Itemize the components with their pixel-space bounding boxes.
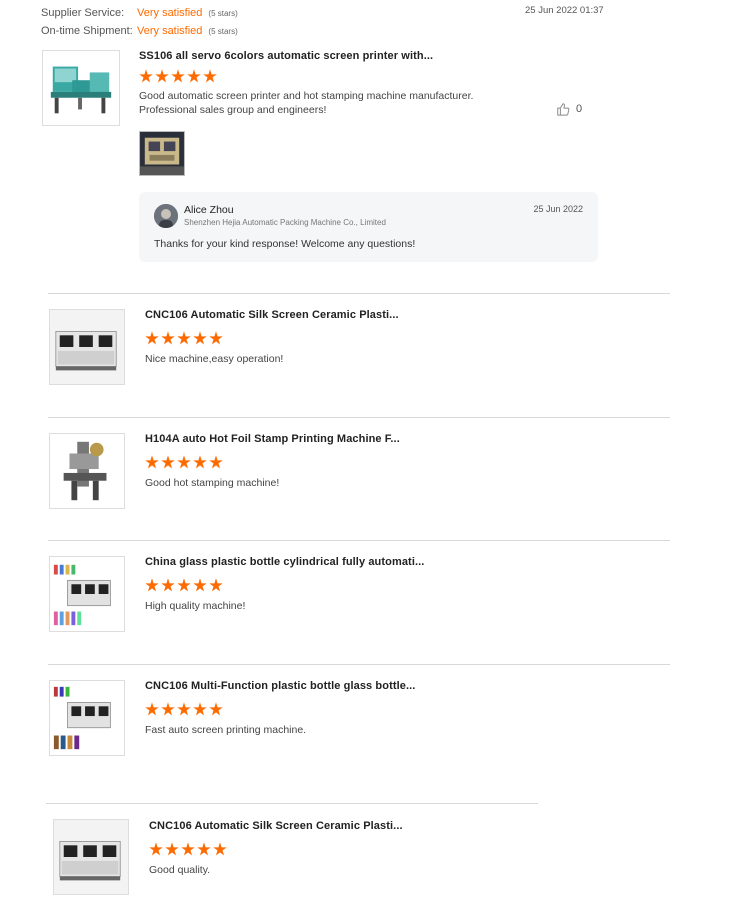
screen-printer-image (50, 310, 124, 384)
avatar-image (154, 204, 178, 228)
divider (48, 417, 670, 418)
star-icon (187, 69, 201, 83)
product-thumbnail[interactable] (49, 680, 125, 756)
supplier-service-label: Supplier Service: (41, 7, 125, 19)
ontime-shipment-rating: On-time Shipment: Very satisfied (5 star… (41, 22, 238, 40)
star-icon (177, 455, 191, 469)
product-thumbnail[interactable] (49, 433, 125, 509)
review-comment: Good quality. (149, 864, 211, 876)
product-title[interactable]: SS106 all servo 6colors automatic screen… (139, 50, 433, 62)
star-icon (193, 578, 207, 592)
star-icon (161, 578, 175, 592)
screen-printer-image (54, 820, 128, 894)
product-title[interactable]: CNC106 Automatic Silk Screen Ceramic Pla… (149, 820, 403, 832)
star-icon (209, 455, 223, 469)
star-rating (145, 578, 223, 592)
star-icon (197, 842, 211, 856)
star-rating (145, 331, 223, 345)
star-icon (213, 842, 227, 856)
product-thumbnail[interactable] (53, 819, 129, 895)
star-icon (161, 331, 175, 345)
supplier-service-stars: (5 stars) (208, 9, 238, 18)
divider (48, 293, 670, 294)
review-comment: Fast auto screen printing machine. (145, 724, 307, 736)
star-icon (145, 331, 159, 345)
avatar (154, 204, 178, 228)
screen-printer-image (50, 66, 112, 114)
star-rating (149, 842, 227, 856)
hot-stamping-machine-image (50, 434, 124, 508)
ontime-shipment-stars: (5 stars) (208, 27, 238, 36)
star-icon (155, 69, 169, 83)
star-icon (193, 702, 207, 716)
star-rating (139, 69, 217, 83)
review-comment: Good automatic screen printer and hot st… (139, 89, 473, 117)
supplier-service-rating: Supplier Service: Very satisfied (5 star… (41, 4, 238, 22)
star-icon (181, 842, 195, 856)
product-title[interactable]: H104A auto Hot Foil Stamp Printing Machi… (145, 433, 400, 445)
divider (46, 803, 538, 804)
star-icon (177, 331, 191, 345)
star-icon (161, 455, 175, 469)
review-comment-line: Professional sales group and engineers! (139, 104, 327, 116)
supplier-reply: Alice Zhou Shenzhen Hejia Automatic Pack… (139, 192, 598, 262)
bottle-printer-image (50, 681, 124, 755)
product-title[interactable]: CNC106 Multi-Function plastic bottle gla… (145, 680, 415, 692)
star-icon (145, 455, 159, 469)
product-thumbnail[interactable] (49, 556, 125, 632)
star-icon (209, 702, 223, 716)
star-icon (177, 578, 191, 592)
star-icon (193, 455, 207, 469)
product-title[interactable]: CNC106 Automatic Silk Screen Ceramic Pla… (145, 309, 399, 321)
review-comment-line: Good automatic screen printer and hot st… (139, 90, 474, 102)
star-icon (139, 69, 153, 83)
product-thumbnail[interactable] (42, 50, 120, 126)
ontime-shipment-value: Very satisfied (137, 25, 203, 37)
reply-author-name: Alice Zhou (184, 204, 234, 216)
star-icon (193, 331, 207, 345)
star-icon (209, 331, 223, 345)
machine-photo-image (140, 132, 184, 175)
like-count: 0 (576, 103, 583, 115)
reply-company: Shenzhen Hejia Automatic Packing Machine… (184, 218, 386, 227)
star-icon (171, 69, 185, 83)
supplier-service-value: Very satisfied (137, 7, 203, 19)
like-button[interactable]: 0 (556, 102, 582, 116)
star-icon (149, 842, 163, 856)
divider (48, 664, 670, 665)
product-title[interactable]: China glass plastic bottle cylindrical f… (145, 556, 424, 568)
ontime-shipment-label: On-time Shipment: (41, 25, 133, 37)
star-rating (145, 702, 223, 716)
divider (48, 540, 670, 541)
star-icon (203, 69, 217, 83)
thumbs-up-icon (557, 103, 570, 116)
bottle-printer-image (50, 557, 124, 631)
star-icon (145, 702, 159, 716)
review-comment: Nice machine,easy operation! (145, 353, 284, 365)
review-date: 25 Jun 2022 01:37 (525, 5, 604, 16)
review-comment: High quality machine! (145, 600, 246, 612)
star-icon (177, 702, 191, 716)
supplier-ratings: Supplier Service: Very satisfied (5 star… (41, 4, 238, 40)
product-thumbnail[interactable] (49, 309, 125, 385)
star-icon (145, 578, 159, 592)
star-icon (165, 842, 179, 856)
star-icon (209, 578, 223, 592)
review-comment: Good hot stamping machine! (145, 477, 280, 489)
review-photo[interactable] (139, 131, 185, 176)
star-rating (145, 455, 223, 469)
reply-text: Thanks for your kind response! Welcome a… (154, 238, 416, 250)
reply-date: 25 Jun 2022 (533, 204, 583, 214)
star-icon (161, 702, 175, 716)
